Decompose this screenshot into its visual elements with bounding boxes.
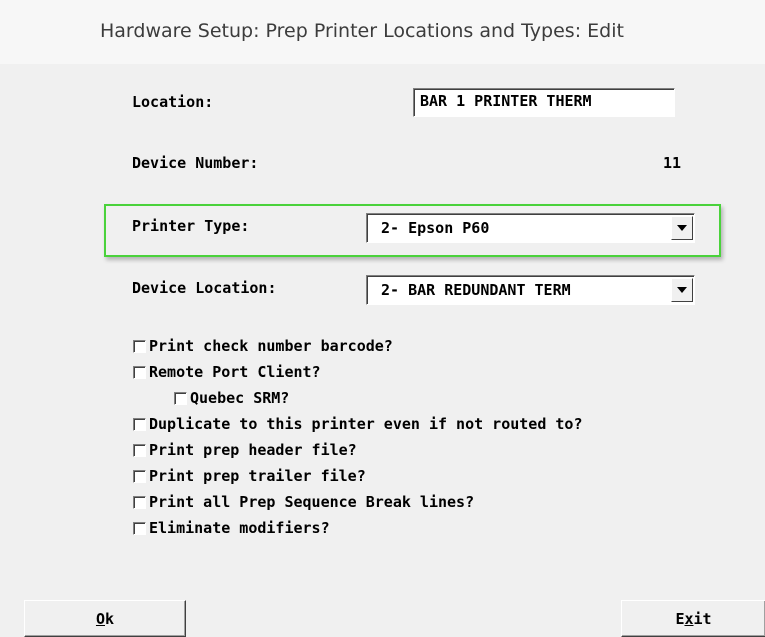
checkbox-box[interactable] — [133, 469, 146, 483]
checkbox-label: Print all Prep Sequence Break lines? — [149, 493, 475, 511]
chevron-down-icon — [677, 287, 687, 293]
checkbox-print-check-barcode[interactable]: Print check number barcode? — [133, 335, 393, 357]
device-location-select[interactable]: 2- BAR REDUNDANT TERM — [366, 275, 695, 305]
checkbox-print-prep-header[interactable]: Print prep header file? — [133, 439, 357, 461]
checkbox-box[interactable] — [133, 495, 146, 509]
printer-type-select[interactable]: 2- Epson P60 — [366, 213, 695, 243]
printer-type-dropdown-button[interactable] — [671, 216, 693, 240]
exit-label-first: E — [675, 609, 685, 628]
checkbox-box[interactable] — [133, 417, 146, 431]
checkbox-box[interactable] — [174, 391, 187, 405]
printer-type-value: 2- Epson P60 — [381, 219, 490, 237]
checkbox-label: Print check number barcode? — [149, 337, 393, 355]
ok-button[interactable]: Ok — [24, 600, 186, 637]
checkbox-label: Duplicate to this printer even if not ro… — [149, 415, 583, 433]
checkbox-label: Print prep trailer file? — [149, 467, 366, 485]
checkbox-label: Quebec SRM? — [190, 389, 290, 407]
checkbox-label: Remote Port Client? — [149, 363, 321, 381]
checkbox-label: Eliminate modifiers? — [149, 519, 330, 537]
checkbox-box[interactable] — [133, 365, 146, 379]
checkbox-label: Print prep header file? — [149, 441, 357, 459]
device-location-value: 2- BAR REDUNDANT TERM — [381, 281, 571, 299]
checkbox-duplicate-to-printer[interactable]: Duplicate to this printer even if not ro… — [133, 413, 582, 435]
checkbox-quebec-srm[interactable]: Quebec SRM? — [174, 387, 289, 409]
chevron-down-icon — [677, 225, 687, 231]
prep-printer-edit-window: Hardware Setup: Prep Printer Locations a… — [0, 0, 765, 637]
checkbox-box[interactable] — [133, 339, 146, 353]
checkbox-remote-port-client[interactable]: Remote Port Client? — [133, 361, 321, 383]
device-number-value: 11 — [662, 154, 681, 172]
ok-label-rest: k — [105, 609, 115, 628]
checkbox-box[interactable] — [133, 521, 146, 535]
title-bar: Hardware Setup: Prep Printer Locations a… — [0, 0, 765, 64]
ok-mnemonic: O — [95, 609, 105, 628]
window-title: Hardware Setup: Prep Printer Locations a… — [100, 20, 624, 42]
device-location-label: Device Location: — [132, 279, 277, 297]
printer-type-label: Printer Type: — [132, 217, 250, 235]
checkbox-print-prep-trailer[interactable]: Print prep trailer file? — [133, 465, 366, 487]
checkbox-eliminate-modifiers[interactable]: Eliminate modifiers? — [133, 517, 330, 539]
exit-button[interactable]: Ex it — [621, 600, 765, 637]
exit-mnemonic: x — [684, 609, 694, 628]
exit-label-rest: it — [693, 609, 712, 628]
device-location-dropdown-button[interactable] — [671, 278, 693, 302]
location-input[interactable]: BAR 1 PRINTER THERM — [413, 88, 675, 117]
checkbox-box[interactable] — [133, 443, 146, 457]
location-label: Location: — [132, 93, 214, 111]
checkbox-print-sequence-break-lines[interactable]: Print all Prep Sequence Break lines? — [133, 491, 474, 513]
device-number-label: Device Number: — [132, 154, 259, 172]
